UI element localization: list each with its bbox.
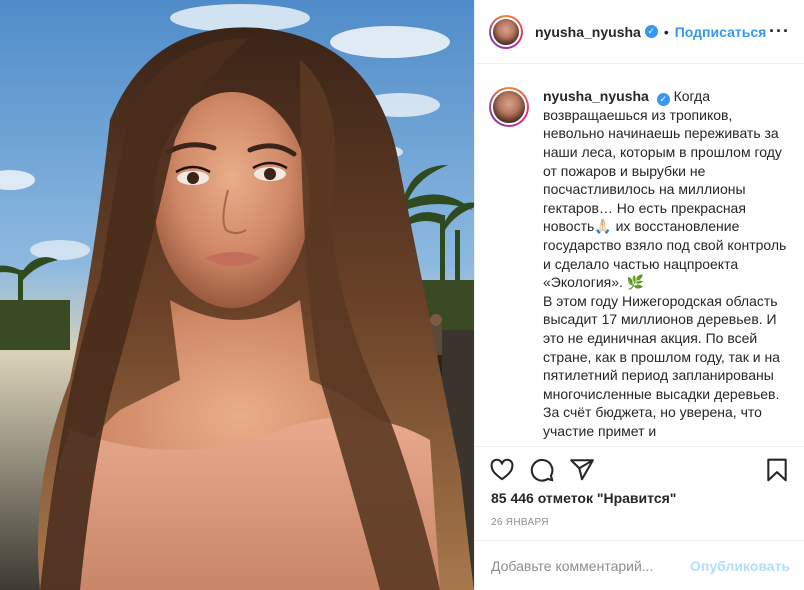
- post-header: nyusha_nyusha ✓ • Подписаться ···: [475, 0, 804, 64]
- comment-icon[interactable]: [529, 457, 555, 483]
- author-username[interactable]: nyusha_nyusha: [535, 24, 641, 40]
- verified-badge-icon: ✓: [656, 92, 670, 106]
- header-separator: •: [663, 23, 669, 40]
- bookmark-icon[interactable]: [764, 457, 790, 483]
- comment-form: Опубликовать: [475, 540, 804, 590]
- post-actions: [475, 446, 804, 492]
- follow-button[interactable]: Подписаться: [675, 24, 767, 40]
- verified-badge-icon: ✓: [644, 25, 658, 38]
- publish-button[interactable]: Опубликовать: [690, 558, 790, 574]
- heart-icon[interactable]: [489, 457, 515, 483]
- more-options-icon[interactable]: ···: [769, 21, 790, 42]
- photo-illustration: [0, 0, 474, 590]
- post-date[interactable]: 26 января: [491, 517, 549, 528]
- post-side-panel: nyusha_nyusha ✓ • Подписаться ··· nyusha…: [474, 0, 804, 590]
- caption-username[interactable]: nyusha_nyusha: [543, 88, 649, 104]
- author-avatar[interactable]: [489, 14, 523, 49]
- likes-count[interactable]: 85 446 отметок "Нравится": [491, 490, 676, 506]
- caption-scroll-area[interactable]: nyusha_nyusha ✓ Когда возвращаешься из т…: [475, 65, 804, 445]
- share-icon[interactable]: [569, 457, 595, 483]
- caption-avatar[interactable]: [489, 87, 529, 127]
- instagram-post-view: nyusha_nyusha ✓ • Подписаться ··· nyusha…: [0, 0, 804, 590]
- post-photo[interactable]: [0, 0, 474, 590]
- caption-text: Когда возвращаешься из тропиков, невольн…: [543, 88, 787, 291]
- caption: nyusha_nyusha ✓ Когда возвращаешься из т…: [543, 87, 788, 445]
- comment-input[interactable]: [491, 557, 691, 574]
- caption-text-paragraph-2: В этом году Нижегородская область высади…: [543, 292, 780, 439]
